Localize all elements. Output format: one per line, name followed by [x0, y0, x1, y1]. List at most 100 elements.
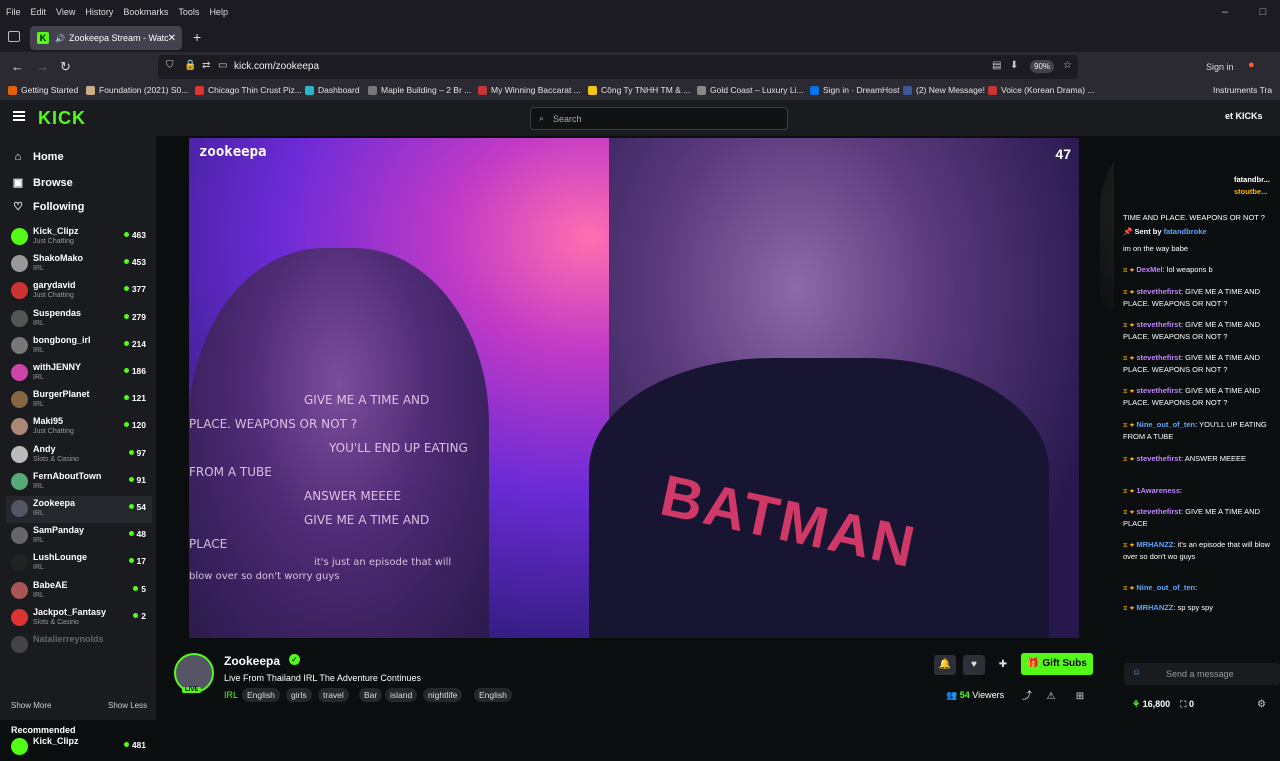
following-item[interactable]: SamPanday IRL 48	[6, 523, 152, 550]
show-less-button[interactable]: Show Less	[108, 701, 147, 710]
maximize-icon[interactable]: □	[1246, 6, 1280, 18]
stream-category[interactable]: IRL	[224, 690, 238, 700]
chat-username[interactable]: stevethefirst	[1136, 507, 1181, 516]
search-input[interactable]: ⌕ Search	[530, 107, 788, 130]
bookmark-item[interactable]: Foundation (2021) S0...	[86, 85, 188, 95]
following-item[interactable]: ShakoMako IRL 453	[6, 251, 152, 278]
chat-input[interactable]: ☺ Send a message	[1124, 663, 1280, 685]
bookmark-item[interactable]: Dashboard	[305, 85, 360, 95]
zoom-level[interactable]: 90%	[1030, 60, 1055, 73]
notification-bell-icon[interactable]: 🔔	[934, 655, 956, 675]
chat-username[interactable]: stevethefirst	[1136, 454, 1181, 463]
gift-subs-button[interactable]: 🎁 Gift Subs	[1021, 653, 1093, 675]
tag[interactable]: nightlife	[423, 688, 463, 702]
extension-icon[interactable]: ●	[1248, 59, 1255, 71]
following-item[interactable]: Maki95 Just Chatting 120	[6, 414, 152, 441]
report-icon[interactable]: ⚠	[1040, 687, 1062, 707]
tag[interactable]: English	[474, 688, 512, 702]
reader-view-icon[interactable]: ▤	[992, 60, 1001, 71]
menu-file[interactable]: File	[3, 7, 24, 17]
emote-icon[interactable]: ☺	[1132, 667, 1141, 677]
lock-icon[interactable]: 🔒	[184, 60, 196, 71]
bookmark-item[interactable]: Công Ty TNHH TM & ...	[588, 85, 690, 95]
bookmark-item[interactable]: Gold Coast – Luxury Li...	[697, 85, 804, 95]
bookmark-star-icon[interactable]: ☆	[1063, 60, 1072, 71]
following-item[interactable]: Suspendas IRL 279	[6, 306, 152, 333]
tag[interactable]: travel	[318, 688, 349, 702]
chat-username[interactable]: MRHANZZ	[1136, 540, 1173, 549]
following-item[interactable]: Jackpot_Fantasy Slots & Casino 2	[6, 605, 152, 632]
clip-icon[interactable]: ⊞	[1069, 687, 1091, 707]
chat-username[interactable]: Nine_out_of_ten	[1136, 583, 1195, 592]
chat-username[interactable]: 1Awareness	[1136, 486, 1180, 495]
chat-username[interactable]: stevethefirst	[1136, 386, 1181, 395]
menu-bookmarks[interactable]: Bookmarks	[120, 7, 171, 17]
list-all-tabs-icon[interactable]	[8, 31, 20, 42]
chat-username[interactable]: stevethefirst	[1136, 353, 1181, 362]
menu-edit[interactable]: Edit	[28, 7, 50, 17]
bookmark-item[interactable]: Voice (Korean Drama) ...	[988, 85, 1095, 95]
save-icon[interactable]: ⬇	[1010, 60, 1018, 71]
following-item[interactable]: garydavid Just Chatting 377	[6, 278, 152, 305]
following-viewer-count: 120	[124, 420, 146, 430]
following-item[interactable]: withJENNY IRL 186	[6, 360, 152, 387]
bookmark-item[interactable]: Instruments Tra	[1213, 85, 1272, 95]
back-icon[interactable]: ←	[11, 59, 24, 74]
recommended-item[interactable]: Kick_Clipz 481	[6, 734, 152, 761]
nav-home[interactable]: ⌂ Home	[11, 151, 64, 163]
following-item[interactable]: BabeAE IRL 5	[6, 578, 152, 605]
bookmark-item[interactable]: Chicago Thin Crust Piz...	[195, 85, 302, 95]
nav-following[interactable]: ♡ Following	[11, 200, 84, 214]
menu-view[interactable]: View	[53, 7, 78, 17]
gift-icon: 🎁	[1027, 658, 1043, 669]
following-item[interactable]: bongbong_irl IRL 214	[6, 333, 152, 360]
reload-icon[interactable]: ↻	[60, 59, 71, 75]
bookmark-item[interactable]: (2) New Message!	[903, 85, 985, 95]
video-player[interactable]: BATMAN GIVE ME A TIME AND PLACE. WEAPONS…	[189, 138, 1079, 638]
following-item[interactable]: Andy Slots & Casino 97	[6, 442, 152, 469]
tag[interactable]: island	[385, 688, 418, 702]
bookmark-item[interactable]: Getting Started	[8, 85, 78, 95]
following-item[interactable]: Natalierreynolds	[6, 632, 152, 659]
kicks-icon[interactable]: ✚	[992, 655, 1014, 675]
chat-username[interactable]: stevethefirst	[1136, 320, 1181, 329]
close-tab-icon[interactable]: ✕	[168, 33, 176, 44]
permissions-icon[interactable]: ⇄	[202, 60, 210, 71]
chat-username[interactable]: stevethefirst	[1136, 287, 1181, 296]
bookmark-item[interactable]: My Winning Baccarat ...	[478, 85, 581, 95]
sign-in-link[interactable]: Sign in	[1206, 62, 1234, 72]
menu-hamburger-icon[interactable]	[13, 111, 25, 121]
bookmark-item[interactable]: Sign in · DreamHost	[810, 85, 900, 95]
nav-browse[interactable]: ▣ Browse	[11, 176, 73, 190]
tab-zookeepa[interactable]: K 🔊 Zookeepa Stream - Watch ✕	[30, 26, 182, 50]
shield-icon[interactable]: ⛉	[166, 60, 174, 71]
tag[interactable]: girls	[286, 688, 312, 702]
follow-heart-icon[interactable]: ♥	[963, 655, 985, 675]
speaker-icon[interactable]: 🔊	[55, 34, 65, 43]
menu-help[interactable]: Help	[206, 7, 231, 17]
minimize-icon[interactable]: –	[1208, 6, 1242, 18]
streamer-name[interactable]: Zookeepa	[224, 654, 280, 668]
chat-username[interactable]: DexMel	[1136, 265, 1162, 274]
following-item[interactable]: FernAboutTown IRL 91	[6, 469, 152, 496]
tag[interactable]: English	[242, 688, 280, 702]
chat-username[interactable]: MRHANZZ	[1136, 603, 1173, 612]
share-icon[interactable]: ⤴	[1016, 687, 1038, 707]
menu-history[interactable]: History	[82, 7, 116, 17]
tag[interactable]: Bar	[359, 688, 383, 702]
following-item[interactable]: BurgerPlanet IRL 121	[6, 387, 152, 414]
kick-logo[interactable]: KICK	[38, 108, 86, 129]
forward-icon[interactable]: →	[36, 59, 49, 74]
following-item[interactable]: Zookeepa IRL 54	[6, 496, 152, 523]
url-text[interactable]: kick.com/zookeepa	[234, 61, 319, 72]
following-item[interactable]: Kick_Clipz Just Chatting 463	[6, 224, 152, 251]
new-tab-icon[interactable]: +	[193, 29, 201, 45]
get-kicks-button[interactable]: et KICKs	[1225, 111, 1263, 121]
show-more-button[interactable]: Show More	[11, 701, 51, 710]
settings-icon[interactable]: ⚙	[1257, 699, 1266, 710]
following-item[interactable]: LushLounge IRL 17	[6, 550, 152, 577]
url-bar[interactable]: ⛉ 🔒 ⇄ ▭ kick.com/zookeepa ▤ ⬇ 90% ☆	[158, 55, 1078, 79]
bookmark-item[interactable]: Maple Building – 2 Br ...	[368, 85, 471, 95]
menu-tools[interactable]: Tools	[175, 7, 202, 17]
chat-username[interactable]: Nine_out_of_ten	[1136, 420, 1195, 429]
